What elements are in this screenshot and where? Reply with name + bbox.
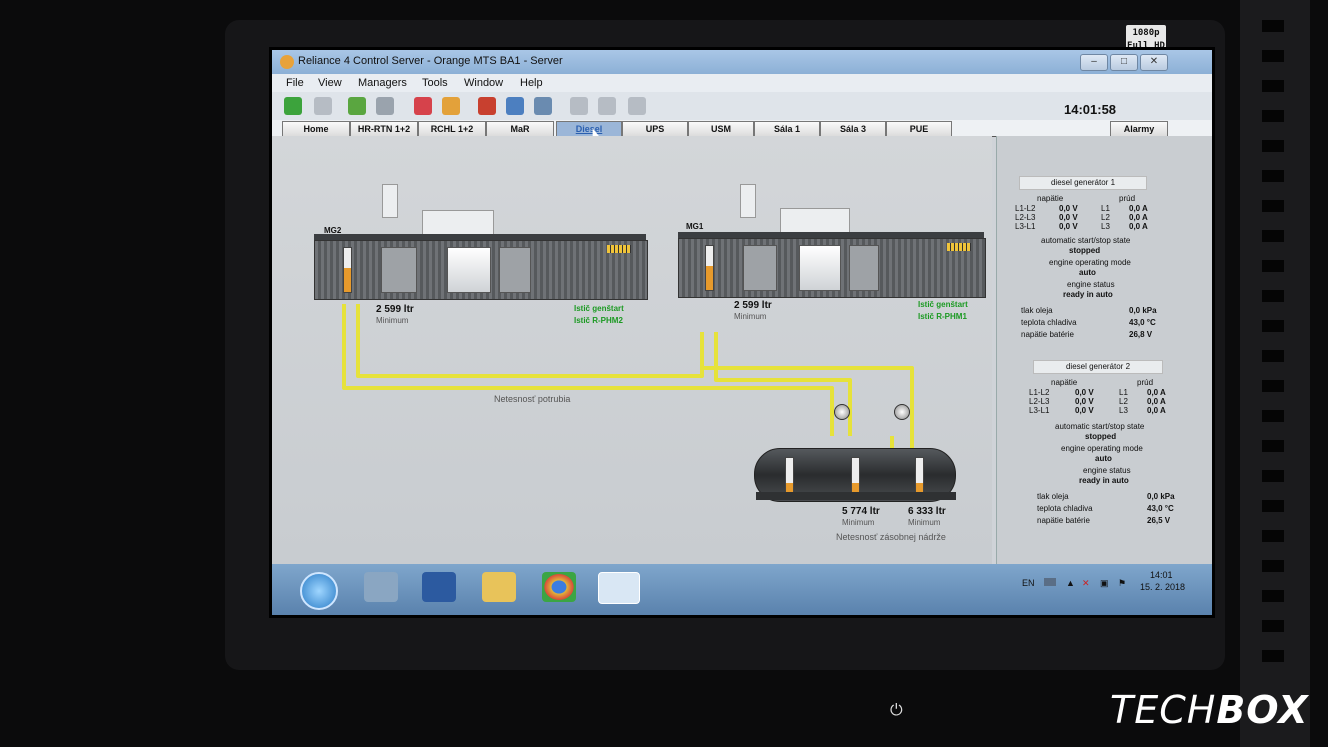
- menu-bar: File View Managers Tools Window Help: [272, 74, 1212, 92]
- taskbar-time[interactable]: 14:01: [1150, 570, 1173, 580]
- brand-logo: TECHBOX: [1110, 688, 1309, 732]
- tank-level-right-sub: Minimum: [908, 518, 941, 527]
- mg1-status1: Istič genštart: [918, 300, 968, 309]
- generator-status-panel: diesel generátor 1 napätie prúd L1-L2 0,…: [996, 136, 1212, 564]
- doc-warning-icon[interactable]: [442, 97, 460, 115]
- tank-level-right: 6 333 ltr: [908, 506, 946, 517]
- keyboard-icon[interactable]: [1044, 578, 1056, 586]
- tab-sala-1[interactable]: Sála 1: [754, 121, 820, 136]
- tab-home[interactable]: Home: [282, 121, 350, 136]
- tray-chevron-icon[interactable]: ▲: [1066, 578, 1075, 588]
- mg2-muffler: [422, 210, 494, 236]
- doc-alarm-icon[interactable]: [414, 97, 432, 115]
- mg2-level: 2 599 ltr: [376, 304, 414, 315]
- screen: Reliance 4 Control Server - Orange MTS B…: [272, 50, 1212, 615]
- taskbar: EN ▲ ✕ ▣ ⚑ 14:01 15. 2. 2018: [272, 564, 1212, 615]
- mg2-generator: [314, 240, 648, 300]
- minimize-button[interactable]: –: [1080, 54, 1108, 71]
- tab-rchl[interactable]: RCHL 1+2: [418, 121, 486, 136]
- tab-usm[interactable]: USM: [688, 121, 754, 136]
- explorer-icon[interactable]: [482, 572, 516, 602]
- gen1-battery: 26,8 V: [1129, 330, 1153, 339]
- mg2-fuel-gauge: [343, 247, 352, 293]
- user-icon[interactable]: [376, 97, 394, 115]
- title-bar: Reliance 4 Control Server - Orange MTS B…: [272, 50, 1212, 74]
- mg2-exhaust: [382, 184, 398, 218]
- gen2-oil: 0,0 kPa: [1147, 492, 1175, 501]
- mg2-level-sub: Minimum: [376, 316, 409, 325]
- menu-file[interactable]: File: [286, 77, 304, 89]
- gen2-status: ready in auto: [1079, 476, 1129, 485]
- mg1-exhaust: [740, 184, 756, 218]
- taskbar-date[interactable]: 15. 2. 2018: [1140, 582, 1185, 592]
- gen2-auto-state: stopped: [1085, 432, 1117, 441]
- mg1-level: 2 599 ltr: [734, 300, 772, 311]
- gen1-status: ready in auto: [1063, 290, 1113, 299]
- chart-icon[interactable]: [478, 97, 496, 115]
- tank-leak-note: Netesnosť zásobnej nádrže: [836, 532, 946, 542]
- gen1-title: diesel generátor 1: [1019, 176, 1147, 190]
- print-icon[interactable]: [534, 97, 552, 115]
- menu-help[interactable]: Help: [520, 77, 543, 89]
- tab-alarmy[interactable]: Alarmy: [1110, 121, 1168, 136]
- network-icon[interactable]: ▣: [1100, 578, 1109, 589]
- volume-muted-icon[interactable]: ✕: [1082, 578, 1090, 589]
- mg1-fuel-gauge: [705, 245, 714, 291]
- maximize-button[interactable]: □: [1110, 54, 1138, 71]
- gen1-oil: 0,0 kPa: [1129, 306, 1157, 315]
- start-icon[interactable]: [300, 572, 338, 610]
- mg1-label: MG1: [686, 222, 704, 231]
- tab-bar: Home HR-RTN 1+2 RCHL 1+2 MaR Diesel UPS …: [272, 120, 1212, 137]
- gen2-coolant: 43,0 °C: [1147, 504, 1174, 513]
- reliance-icon[interactable]: [598, 572, 640, 604]
- mg1-level-sub: Minimum: [734, 312, 767, 321]
- mg2-status1: Istič genštart: [574, 304, 624, 313]
- mg1-status2: Istič R-PHM1: [918, 312, 967, 321]
- gen2-title: diesel generátor 2: [1033, 360, 1163, 374]
- edit2-icon[interactable]: [598, 97, 616, 115]
- tank-level-left-sub: Minimum: [842, 518, 875, 527]
- server-manager-icon[interactable]: [364, 572, 398, 602]
- gen1-auto-state: stopped: [1069, 246, 1101, 255]
- flag-icon[interactable]: ⚑: [1118, 578, 1126, 589]
- tank-level-left: 5 774 ltr: [842, 506, 880, 517]
- close-button[interactable]: ✕: [1140, 54, 1168, 71]
- gen2-battery: 26,5 V: [1147, 516, 1171, 525]
- menu-tools[interactable]: Tools: [422, 77, 448, 89]
- users-icon[interactable]: [348, 97, 366, 115]
- menu-view[interactable]: View: [318, 77, 342, 89]
- stamp-icon[interactable]: [628, 97, 646, 115]
- gen2-mode: auto: [1095, 454, 1112, 463]
- tab-hr-rtn[interactable]: HR-RTN 1+2: [350, 121, 418, 136]
- pump-2-icon: [894, 404, 910, 420]
- tab-mar[interactable]: MaR: [486, 121, 554, 136]
- tab-pue[interactable]: PUE: [886, 121, 952, 136]
- db-icon[interactable]: [506, 97, 524, 115]
- language-indicator[interactable]: EN: [1022, 578, 1035, 588]
- server-rack: [1240, 0, 1310, 747]
- power-icon: ⏻: [890, 702, 903, 719]
- reliance-app-icon: [280, 55, 294, 69]
- tab-sala-3[interactable]: Sála 3: [820, 121, 886, 136]
- tab-ups[interactable]: UPS: [622, 121, 688, 136]
- gen1-mode: auto: [1079, 268, 1096, 277]
- chrome-icon[interactable]: [542, 572, 576, 602]
- menu-window[interactable]: Window: [464, 77, 503, 89]
- menu-managers[interactable]: Managers: [358, 77, 407, 89]
- gen1-coolant: 43,0 °C: [1129, 318, 1156, 327]
- system-clock: 14:01:58: [1064, 102, 1117, 117]
- mg2-status2: Istič R-PHM2: [574, 316, 623, 325]
- powershell-icon[interactable]: [422, 572, 456, 602]
- pipe-leak-note: Netesnosť potrubia: [494, 394, 571, 404]
- mg1-muffler: [780, 208, 850, 234]
- window-title: Reliance 4 Control Server - Orange MTS B…: [298, 55, 563, 67]
- save-icon[interactable]: [314, 97, 332, 115]
- back-icon[interactable]: [284, 97, 302, 115]
- edit-icon[interactable]: [570, 97, 588, 115]
- diesel-diagram: MG2 2 599 ltr Minimum Istič genštart Ist…: [272, 136, 992, 564]
- pump-1-icon: [834, 404, 850, 420]
- mg1-generator: [678, 238, 986, 298]
